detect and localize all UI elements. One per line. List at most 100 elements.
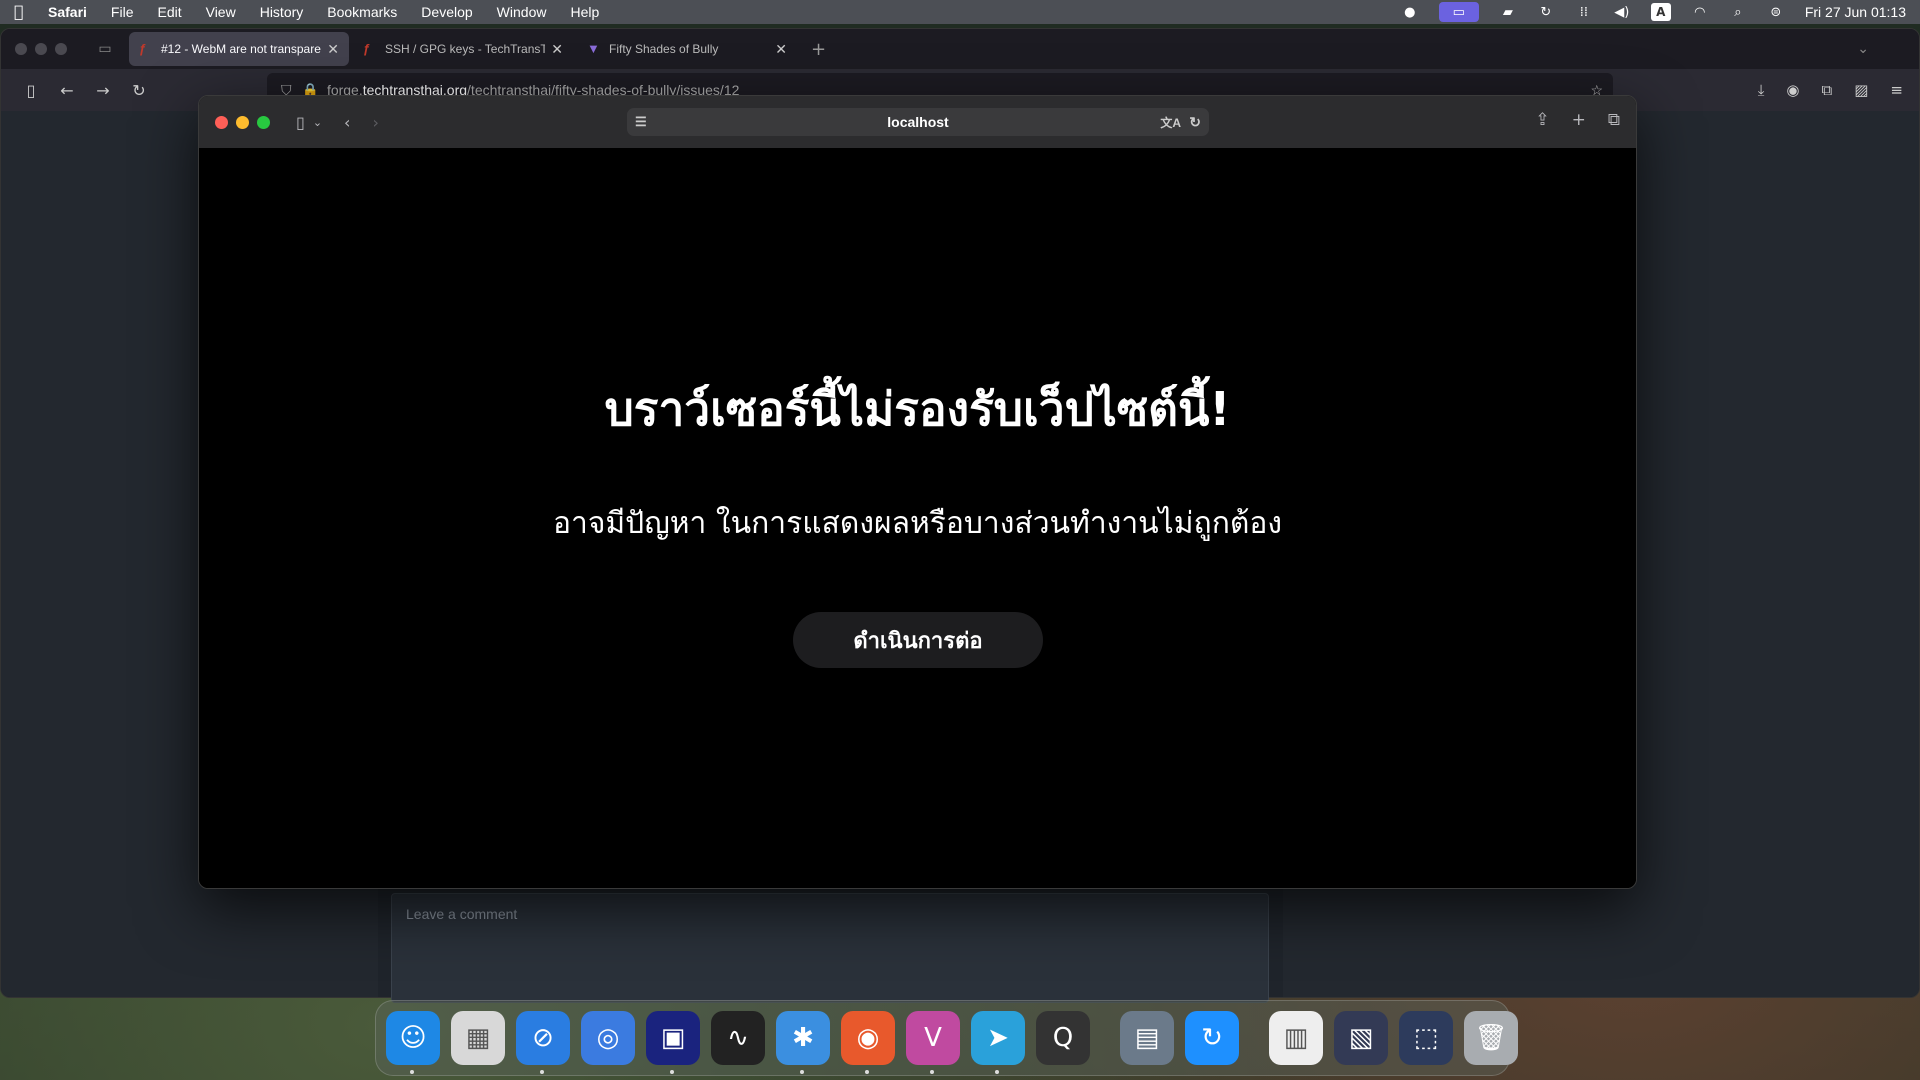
new-tab-icon[interactable]: +	[1572, 110, 1586, 130]
extensions-icon[interactable]: ⧉	[1822, 81, 1833, 99]
vscodium-icon: ✱	[792, 1023, 814, 1053]
share-icon[interactable]: ⇪	[1535, 110, 1549, 130]
dock-activity-monitor-icon[interactable]: ∿	[711, 1011, 765, 1065]
menu-window[interactable]: Window	[497, 4, 547, 20]
dock-sync-icon[interactable]: ↻	[1185, 1011, 1239, 1065]
control-center-icon[interactable]: ⊜	[1767, 4, 1785, 20]
safari-icon: ⊘	[532, 1023, 554, 1053]
tab-title: Fifty Shades of Bully	[609, 42, 719, 56]
close-window-button[interactable]	[215, 115, 228, 129]
no-image-icon[interactable]: ▨	[1854, 81, 1868, 99]
vencord-icon: V	[924, 1023, 942, 1053]
page-menu-icon[interactable]: ☰	[635, 114, 647, 130]
menu-file[interactable]: File	[111, 4, 134, 20]
wifi-icon[interactable]: ◠	[1691, 4, 1709, 20]
menu-help[interactable]: Help	[570, 4, 599, 20]
dock-screenshots-icon[interactable]: ▧	[1334, 1011, 1388, 1065]
dock-finder-icon[interactable]: ☺	[386, 1011, 440, 1074]
minimize-window-button[interactable]	[35, 43, 47, 55]
close-window-button[interactable]	[15, 43, 27, 55]
menu-bar:  Safari File Edit View History Bookmark…	[0, 0, 1920, 24]
safari-window: ▯ ⌄ ‹ › ☰ localhost 文A ↻ ⇪ + ⧉ บราว์เซอร…	[198, 95, 1637, 889]
quicktime-icon: Q	[1052, 1023, 1074, 1053]
comment-input[interactable]: Leave a comment	[391, 893, 1269, 1003]
dock-launchpad-icon[interactable]: ▦	[451, 1011, 505, 1065]
screenshots-icon: ▧	[1348, 1023, 1374, 1053]
dock-preview-icon[interactable]: ▤	[1120, 1011, 1174, 1065]
firefox-view-icon[interactable]: ▭	[93, 37, 117, 61]
tab-title: #12 - WebM are not transparent	[161, 42, 322, 56]
reload-icon[interactable]: ↻	[125, 81, 153, 100]
forward-icon: ›	[372, 112, 379, 132]
menu-clock[interactable]: Fri 27 Jun 01:13	[1805, 4, 1906, 20]
running-indicator	[670, 1070, 674, 1074]
menu-bookmarks[interactable]: Bookmarks	[327, 4, 397, 20]
dock-ghostty-icon[interactable]: ▣	[646, 1011, 700, 1074]
close-tab-icon[interactable]: ✕	[551, 41, 563, 58]
dock-quicktime-icon[interactable]: Q	[1036, 1011, 1090, 1065]
screen-share-icon[interactable]: ▭	[1438, 2, 1479, 22]
download-icon[interactable]: ⤓	[1758, 81, 1765, 99]
translate-icon[interactable]: 文A	[1160, 114, 1181, 131]
dock-document-icon[interactable]: ▥	[1269, 1011, 1323, 1065]
activity-monitor-icon: ∿	[727, 1023, 749, 1053]
apple-icon[interactable]: 	[14, 4, 30, 20]
dock-trash-icon[interactable]: 🗑	[1464, 1011, 1518, 1065]
continue-button[interactable]: ดำเนินการต่อ	[793, 612, 1043, 668]
back-icon[interactable]: ‹	[344, 113, 350, 132]
forgejo-icon: ƒ	[139, 41, 147, 56]
tab-ssh-gpg[interactable]: ƒ SSH / GPG keys - TechTransThai ✕	[353, 32, 573, 66]
spotlight-icon[interactable]: ⌕	[1729, 4, 1747, 20]
tab-overview-icon[interactable]: ⧉	[1608, 110, 1620, 130]
tab-issue-12[interactable]: ƒ #12 - WebM are not transparent ✕	[129, 32, 349, 66]
menu-edit[interactable]: Edit	[157, 4, 181, 20]
menu-app-name[interactable]: Safari	[48, 4, 87, 20]
close-tab-icon[interactable]: ✕	[327, 41, 339, 58]
close-tab-icon[interactable]: ✕	[775, 41, 787, 58]
record-icon[interactable]: ●	[1401, 4, 1419, 20]
dock-vscodium-icon[interactable]: ✱	[776, 1011, 830, 1074]
account-icon[interactable]: ◉	[1786, 81, 1799, 99]
safari-address-bar[interactable]: ☰ localhost 文A ↻	[627, 108, 1209, 136]
volume-icon[interactable]: ◀︎)	[1613, 4, 1631, 20]
firefox-toolbar-right: ⤓ ◉ ⧉ ▨ ≡	[1758, 81, 1903, 99]
reload-icon[interactable]: ↻	[1189, 114, 1201, 131]
tab-fifty-shades[interactable]: ▼ Fifty Shades of Bully ✕	[577, 32, 797, 66]
menu-develop[interactable]: Develop	[421, 4, 472, 20]
sync-icon[interactable]: ↻	[1537, 4, 1555, 20]
dock-chromium-icon[interactable]: ◎	[581, 1011, 635, 1065]
zoom-window-button[interactable]	[257, 115, 270, 129]
chevron-down-icon[interactable]: ⌄	[313, 116, 322, 129]
chevron-down-icon[interactable]: ⌄	[1857, 41, 1869, 57]
menu-view[interactable]: View	[206, 4, 236, 20]
forward-icon[interactable]: →	[89, 81, 117, 100]
dock-downloads-icon[interactable]: ⬚	[1399, 1011, 1453, 1065]
back-icon[interactable]: ←	[53, 81, 81, 100]
grid-icon[interactable]: ⁞⁞	[1575, 4, 1593, 20]
minimize-window-button[interactable]	[236, 115, 249, 129]
dock-telegram-icon[interactable]: ➤	[971, 1011, 1025, 1074]
sync-icon: ↻	[1201, 1023, 1223, 1053]
new-tab-icon[interactable]: +	[811, 39, 826, 60]
tab-title: SSH / GPG keys - TechTransThai	[385, 42, 545, 56]
running-indicator	[540, 1070, 544, 1074]
hamburger-menu-icon[interactable]: ≡	[1890, 81, 1903, 99]
forgejo-icon: ƒ	[363, 41, 371, 56]
safari-toolbar: ▯ ⌄ ‹ › ☰ localhost 文A ↻ ⇪ + ⧉	[199, 96, 1636, 148]
document-icon: ▥	[1283, 1023, 1309, 1053]
zoom-window-button[interactable]	[55, 43, 67, 55]
unsupported-browser-title: บราว์เซอร์นี้ไม่รองรับเว็ปไซต์นี้!	[604, 382, 1231, 436]
vite-icon: ▼	[587, 41, 600, 56]
dock-safari-icon[interactable]: ⊘	[516, 1011, 570, 1074]
dock: ☺ ▦ ⊘ ◎ ▣ ∿ ✱ ◉ V ➤ Q ▤ ↻ ▥ ▧ ⬚ 🗑	[375, 1000, 1518, 1076]
firefox-icon: ◉	[856, 1023, 880, 1053]
dock-vencord-icon[interactable]: V	[906, 1011, 960, 1074]
input-source-icon[interactable]: A	[1650, 3, 1671, 21]
clapper-icon[interactable]: ▰	[1499, 4, 1517, 20]
sidebar-icon[interactable]: ▯	[296, 113, 305, 132]
dock-firefox-icon[interactable]: ◉	[841, 1011, 895, 1074]
sidebar-icon[interactable]: ▯	[17, 81, 45, 100]
menu-history[interactable]: History	[260, 4, 304, 20]
chromium-icon: ◎	[596, 1023, 620, 1053]
address-text: localhost	[887, 114, 949, 130]
